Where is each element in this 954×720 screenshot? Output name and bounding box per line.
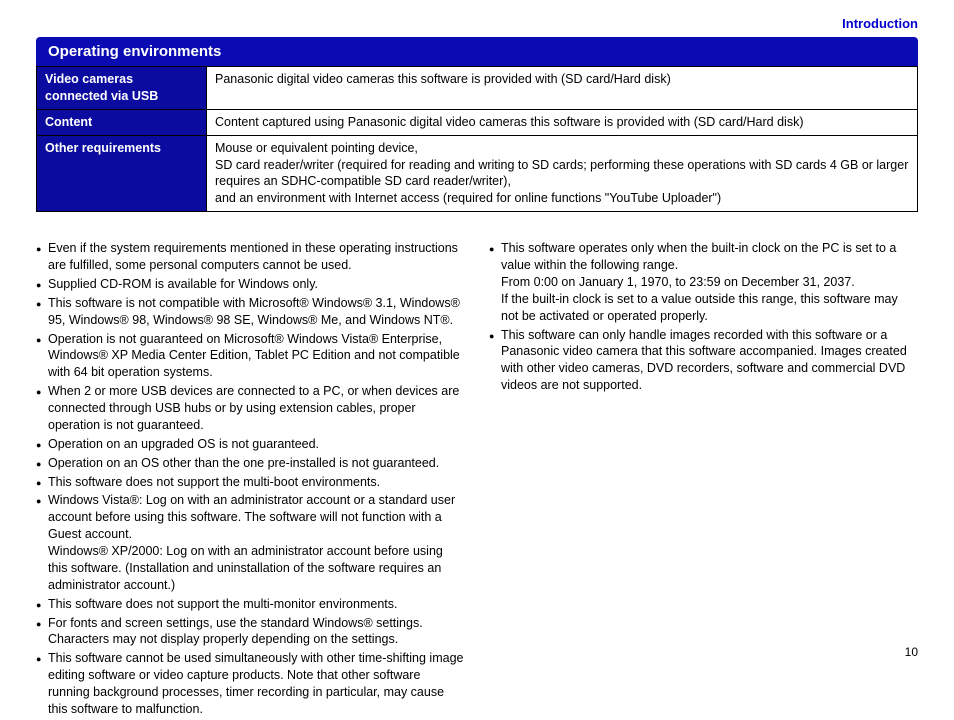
note-item: This software cannot be used simultaneou… [36, 650, 465, 718]
note-item: For fonts and screen settings, use the s… [36, 615, 465, 649]
table-row-value: Content captured using Panasonic digital… [207, 109, 918, 135]
note-item: When 2 or more USB devices are connected… [36, 383, 465, 434]
note-item: This software can only handle images rec… [489, 327, 918, 395]
note-item: Operation on an OS other than the one pr… [36, 455, 465, 472]
note-item: Operation on an upgraded OS is not guara… [36, 436, 465, 453]
table-row: Other requirementsMouse or equivalent po… [37, 135, 918, 212]
table-row: Video cameras connected via USBPanasonic… [37, 67, 918, 110]
table-row-label: Other requirements [37, 135, 207, 212]
breadcrumb-link[interactable]: Introduction [36, 16, 918, 31]
notes-right-column: This software operates only when the bui… [489, 240, 918, 394]
table-row-value: Mouse or equivalent pointing device,SD c… [207, 135, 918, 212]
note-item: Windows Vista®: Log on with an administr… [36, 492, 465, 593]
table-row-label: Content [37, 109, 207, 135]
requirements-table: Video cameras connected via USBPanasonic… [36, 66, 918, 212]
table-row: ContentContent captured using Panasonic … [37, 109, 918, 135]
notes-left-column: Even if the system requirements mentione… [36, 240, 465, 718]
note-item: This software operates only when the bui… [489, 240, 918, 324]
note-item: Operation is not guaranteed on Microsoft… [36, 331, 465, 382]
note-item: This software does not support the multi… [36, 474, 465, 491]
table-row-label: Video cameras connected via USB [37, 67, 207, 110]
section-title: Operating environments [36, 37, 918, 66]
note-item: This software is not compatible with Mic… [36, 295, 465, 329]
note-item: Supplied CD-ROM is available for Windows… [36, 276, 465, 293]
table-row-value: Panasonic digital video cameras this sof… [207, 67, 918, 110]
note-item: Even if the system requirements mentione… [36, 240, 465, 274]
note-item: This software does not support the multi… [36, 596, 465, 613]
page-number: 10 [905, 645, 918, 659]
